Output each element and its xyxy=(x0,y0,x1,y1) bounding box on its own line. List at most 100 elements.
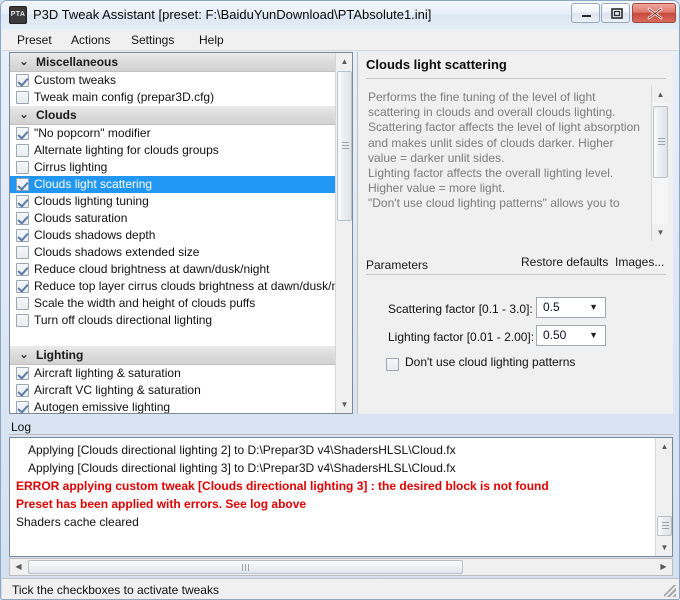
maximize-button[interactable] xyxy=(601,3,630,23)
tweak-checkbox[interactable] xyxy=(16,91,29,104)
group-header-label: Lighting xyxy=(36,348,84,362)
tweak-row[interactable]: Cirrus lighting xyxy=(10,159,337,176)
tweak-row[interactable]: Custom tweaks xyxy=(10,72,337,89)
tweak-checkbox[interactable] xyxy=(16,246,29,259)
scroll-down-icon[interactable]: ▼ xyxy=(336,396,352,413)
tweak-checkbox[interactable] xyxy=(16,212,29,225)
tweak-row[interactable]: Autogen emissive lighting xyxy=(10,399,337,413)
tweak-label: Scale the width and height of clouds puf… xyxy=(34,296,256,310)
tweak-checkbox[interactable] xyxy=(16,74,29,87)
close-icon xyxy=(647,7,663,20)
no-cloud-lighting-patterns-checkbox[interactable] xyxy=(386,358,399,371)
lighting-factor-combobox[interactable]: 0.50 ▼ xyxy=(536,325,606,346)
close-button[interactable] xyxy=(632,3,676,23)
tweak-label: Cirrus lighting xyxy=(34,160,108,174)
tweak-row[interactable]: Clouds saturation xyxy=(10,210,337,227)
minimize-icon xyxy=(582,15,591,17)
tweak-row[interactable]: Aircraft lighting & saturation xyxy=(10,365,337,382)
restore-defaults-link[interactable]: Restore defaults xyxy=(521,255,608,269)
tweak-label: Clouds lighting tuning xyxy=(34,194,149,208)
description-scrollbar[interactable]: ▲ ▼ xyxy=(651,86,668,241)
tweak-checkbox[interactable] xyxy=(16,367,29,380)
chevron-down-icon: ▼ xyxy=(589,302,598,312)
scattering-factor-combobox[interactable]: 0.5 ▼ xyxy=(536,297,606,318)
menu-item-settings[interactable]: Settings xyxy=(124,30,181,51)
tweaks-tree-panel[interactable]: ⌄ Miscellaneous Custom tweaks Tweak main co… xyxy=(9,52,353,414)
tweak-row[interactable]: Scale the width and height of clouds puf… xyxy=(10,295,337,312)
tweak-row[interactable]: Clouds lighting tuning xyxy=(10,193,337,210)
scroll-up-icon[interactable]: ▲ xyxy=(656,438,672,455)
tweak-checkbox[interactable] xyxy=(16,195,29,208)
horizontal-scrollbar[interactable]: ◀ ▶ xyxy=(9,558,673,576)
tweak-label: Autogen emissive lighting xyxy=(34,400,171,413)
menu-item-actions[interactable]: Actions xyxy=(64,30,117,51)
description-text: Performs the fine tuning of the level of… xyxy=(368,90,640,211)
restore-icon xyxy=(611,8,623,19)
tweak-row[interactable]: Reduce cloud brightness at dawn/dusk/nig… xyxy=(10,261,337,278)
scrollbar-thumb[interactable] xyxy=(657,516,672,536)
menu-item-preset[interactable]: Preset xyxy=(10,30,59,51)
tweak-checkbox[interactable] xyxy=(16,384,29,397)
log-panel[interactable]: Applying [Clouds directional lighting 2]… xyxy=(9,437,673,557)
log-scrollbar[interactable]: ▲ ▼ xyxy=(655,438,672,556)
tweak-row[interactable]: Reduce top layer cirrus clouds brightnes… xyxy=(10,278,337,295)
scroll-left-icon[interactable]: ◀ xyxy=(10,559,27,575)
tweak-row[interactable]: Tweak main config (prepar3D.cfg) xyxy=(10,89,337,106)
scroll-up-icon[interactable]: ▲ xyxy=(652,86,668,103)
group-header-clouds[interactable]: ⌄ Clouds xyxy=(10,106,337,125)
scroll-right-icon[interactable]: ▶ xyxy=(655,559,672,575)
tweak-checkbox[interactable] xyxy=(16,161,29,174)
tweak-checkbox[interactable] xyxy=(16,229,29,242)
group-header-label: Clouds xyxy=(36,108,77,122)
log-lines: Applying [Clouds directional lighting 2]… xyxy=(10,441,655,531)
group-header-lighting[interactable]: ⌄ Lighting xyxy=(10,346,337,365)
tweak-checkbox[interactable] xyxy=(16,314,29,327)
tweak-row[interactable]: Aircraft VC lighting & saturation xyxy=(10,382,337,399)
parameters-divider xyxy=(366,274,666,275)
tweak-checkbox[interactable] xyxy=(16,280,29,293)
tweak-label: Tweak main config (prepar3D.cfg) xyxy=(34,90,215,104)
lighting-factor-label: Lighting factor [0.01 - 2.00]: xyxy=(388,330,535,344)
tweak-row[interactable]: Turn off clouds directional lighting xyxy=(10,312,337,329)
scroll-up-icon[interactable]: ▲ xyxy=(336,53,352,70)
tweak-row[interactable]: Clouds shadows extended size xyxy=(10,244,337,261)
tweak-label: Clouds light scattering xyxy=(34,177,153,191)
scrollbar-thumb[interactable] xyxy=(28,560,463,574)
application-window: PTA P3D Tweak Assistant [preset: F:\Baid… xyxy=(0,0,680,600)
scroll-down-icon[interactable]: ▼ xyxy=(652,224,668,241)
group-header-miscellaneous[interactable]: ⌄ Miscellaneous xyxy=(10,53,337,72)
tweak-label: Turn off clouds directional lighting xyxy=(34,313,213,327)
tweaks-tree-scrollbar[interactable]: ▲ ▼ xyxy=(335,53,352,413)
tweak-row[interactable]: Clouds shadows depth xyxy=(10,227,337,244)
tweak-row[interactable]: "No popcorn" modifier xyxy=(10,125,337,142)
scroll-down-icon[interactable]: ▼ xyxy=(656,539,672,556)
menu-item-help[interactable]: Help xyxy=(192,30,231,51)
log-line: Applying [Clouds directional lighting 2]… xyxy=(28,443,456,457)
minimize-button[interactable] xyxy=(571,3,600,23)
menu-bar: Preset Actions Settings Help xyxy=(2,30,679,51)
tweak-checkbox[interactable] xyxy=(16,144,29,157)
tweak-row[interactable]: Alternate lighting for clouds groups xyxy=(10,142,337,159)
tweak-label: Aircraft VC lighting & saturation xyxy=(34,383,201,397)
images-link[interactable]: Images... xyxy=(615,255,664,269)
tweak-label: Reduce cloud brightness at dawn/dusk/nig… xyxy=(34,262,270,276)
tweak-checkbox[interactable] xyxy=(16,297,29,310)
scrollbar-thumb[interactable] xyxy=(337,71,352,221)
app-icon: PTA xyxy=(9,6,27,24)
tweak-checkbox[interactable] xyxy=(16,178,29,191)
scrollbar-thumb[interactable] xyxy=(653,106,668,178)
tweak-checkbox[interactable] xyxy=(16,263,29,276)
resize-grip-icon[interactable] xyxy=(664,585,676,597)
tweak-row[interactable]: Clouds light scattering xyxy=(10,176,337,193)
details-title-divider xyxy=(366,78,666,79)
tweaks-tree-list: ⌄ Miscellaneous Custom tweaks Tweak main co… xyxy=(10,53,337,413)
log-line: Applying [Clouds directional lighting 3]… xyxy=(28,461,456,475)
tweak-label: Aircraft lighting & saturation xyxy=(34,366,181,380)
tweak-checkbox[interactable] xyxy=(16,401,29,413)
tweak-label: Custom tweaks xyxy=(34,73,117,87)
tweak-checkbox[interactable] xyxy=(16,127,29,140)
status-text: Tick the checkboxes to activate tweaks xyxy=(12,583,219,597)
chevron-double-down-icon: ⌄ xyxy=(19,56,29,68)
chevron-down-icon: ▼ xyxy=(589,330,598,340)
